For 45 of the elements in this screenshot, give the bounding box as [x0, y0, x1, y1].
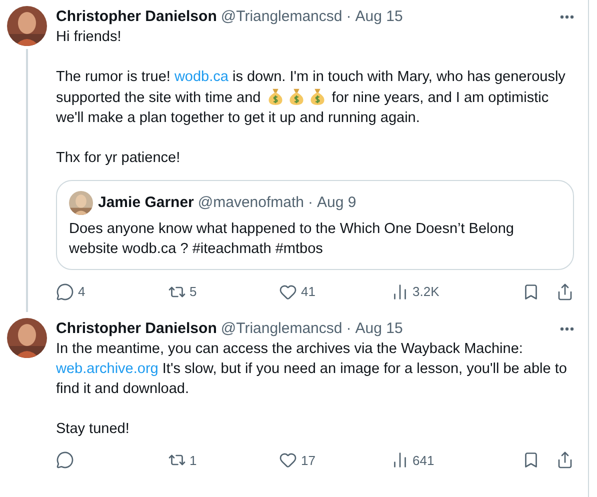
bookmark-button[interactable] — [522, 451, 540, 470]
money-bag-icon — [266, 87, 285, 106]
tweet-text: Thx for yr patience! — [56, 149, 182, 168]
tweet-text: The rumor is true! wodb.ca is down. I'm in touch with Mary, who has generously supported the site with time and for nine years, and I am optimistic we'll make a plan together to get it up and running again. — [56, 68, 566, 128]
quoted-post[interactable]: Jamie Garner @mavenofmath · Aug 9 Does anyone know what happened to the Which One Doesn’t Belong website wodb.ca ? #iteachmath #mtbos — [56, 180, 574, 270]
heart-icon — [279, 451, 297, 470]
reply-button[interactable]: 4 — [56, 282, 168, 302]
retweet-button[interactable]: 5 — [168, 282, 279, 302]
reply-icon — [56, 451, 74, 470]
share-button[interactable] — [556, 282, 574, 301]
bookmark-icon — [522, 282, 540, 301]
tweet-text: Stay tuned! — [56, 420, 130, 438]
bookmark-icon — [522, 451, 540, 470]
more-icon — [560, 326, 574, 330]
more-icon — [560, 15, 574, 19]
money-bag-icon — [308, 87, 327, 106]
author-name[interactable]: Christopher Danielson — [56, 7, 217, 27]
author-name[interactable]: Christopher Danielson — [56, 318, 217, 338]
author-handle: @mavenofmath — [198, 193, 304, 213]
author-handle[interactable]: @Trianglemancsd — [220, 7, 342, 27]
more-button[interactable] — [560, 15, 574, 19]
share-icon — [556, 451, 574, 470]
heart-icon — [279, 282, 297, 301]
author-handle[interactable]: @Trianglemancsd — [220, 318, 342, 338]
reply-icon — [56, 282, 74, 301]
retweet-button[interactable]: 1 — [168, 450, 279, 470]
tweet-text: In the meantime, you can access the archives via the Wayback Machine: web.archive.org It's slow, but if you need an image for a lesson, you'll be able to find it and download. — [56, 340, 568, 398]
separator-dot: · — [346, 318, 352, 338]
post-date[interactable]: Aug 15 — [355, 318, 403, 338]
tweet-text: Hi friends! — [56, 28, 122, 47]
share-button[interactable] — [556, 451, 574, 470]
quoted-text: Does anyone know what happened to the Which One Doesn’t Belong website wodb.ca ? #iteachmath #mtbos — [69, 220, 515, 259]
like-button[interactable]: 17 — [279, 450, 390, 470]
bookmark-button[interactable] — [522, 282, 540, 301]
share-icon — [556, 282, 574, 301]
separator-dot: · — [346, 7, 352, 27]
views-button[interactable]: 641 — [390, 450, 502, 470]
more-button[interactable] — [560, 326, 574, 330]
like-button[interactable]: 41 — [279, 282, 390, 302]
money-bag-icon — [286, 87, 306, 106]
post-date: Aug 9 — [317, 193, 356, 213]
separator-dot: · — [308, 193, 313, 213]
author-name: Jamie Garner — [98, 193, 194, 213]
post-date[interactable]: Aug 15 — [355, 7, 403, 27]
views-button[interactable]: 3.2K — [390, 282, 502, 302]
